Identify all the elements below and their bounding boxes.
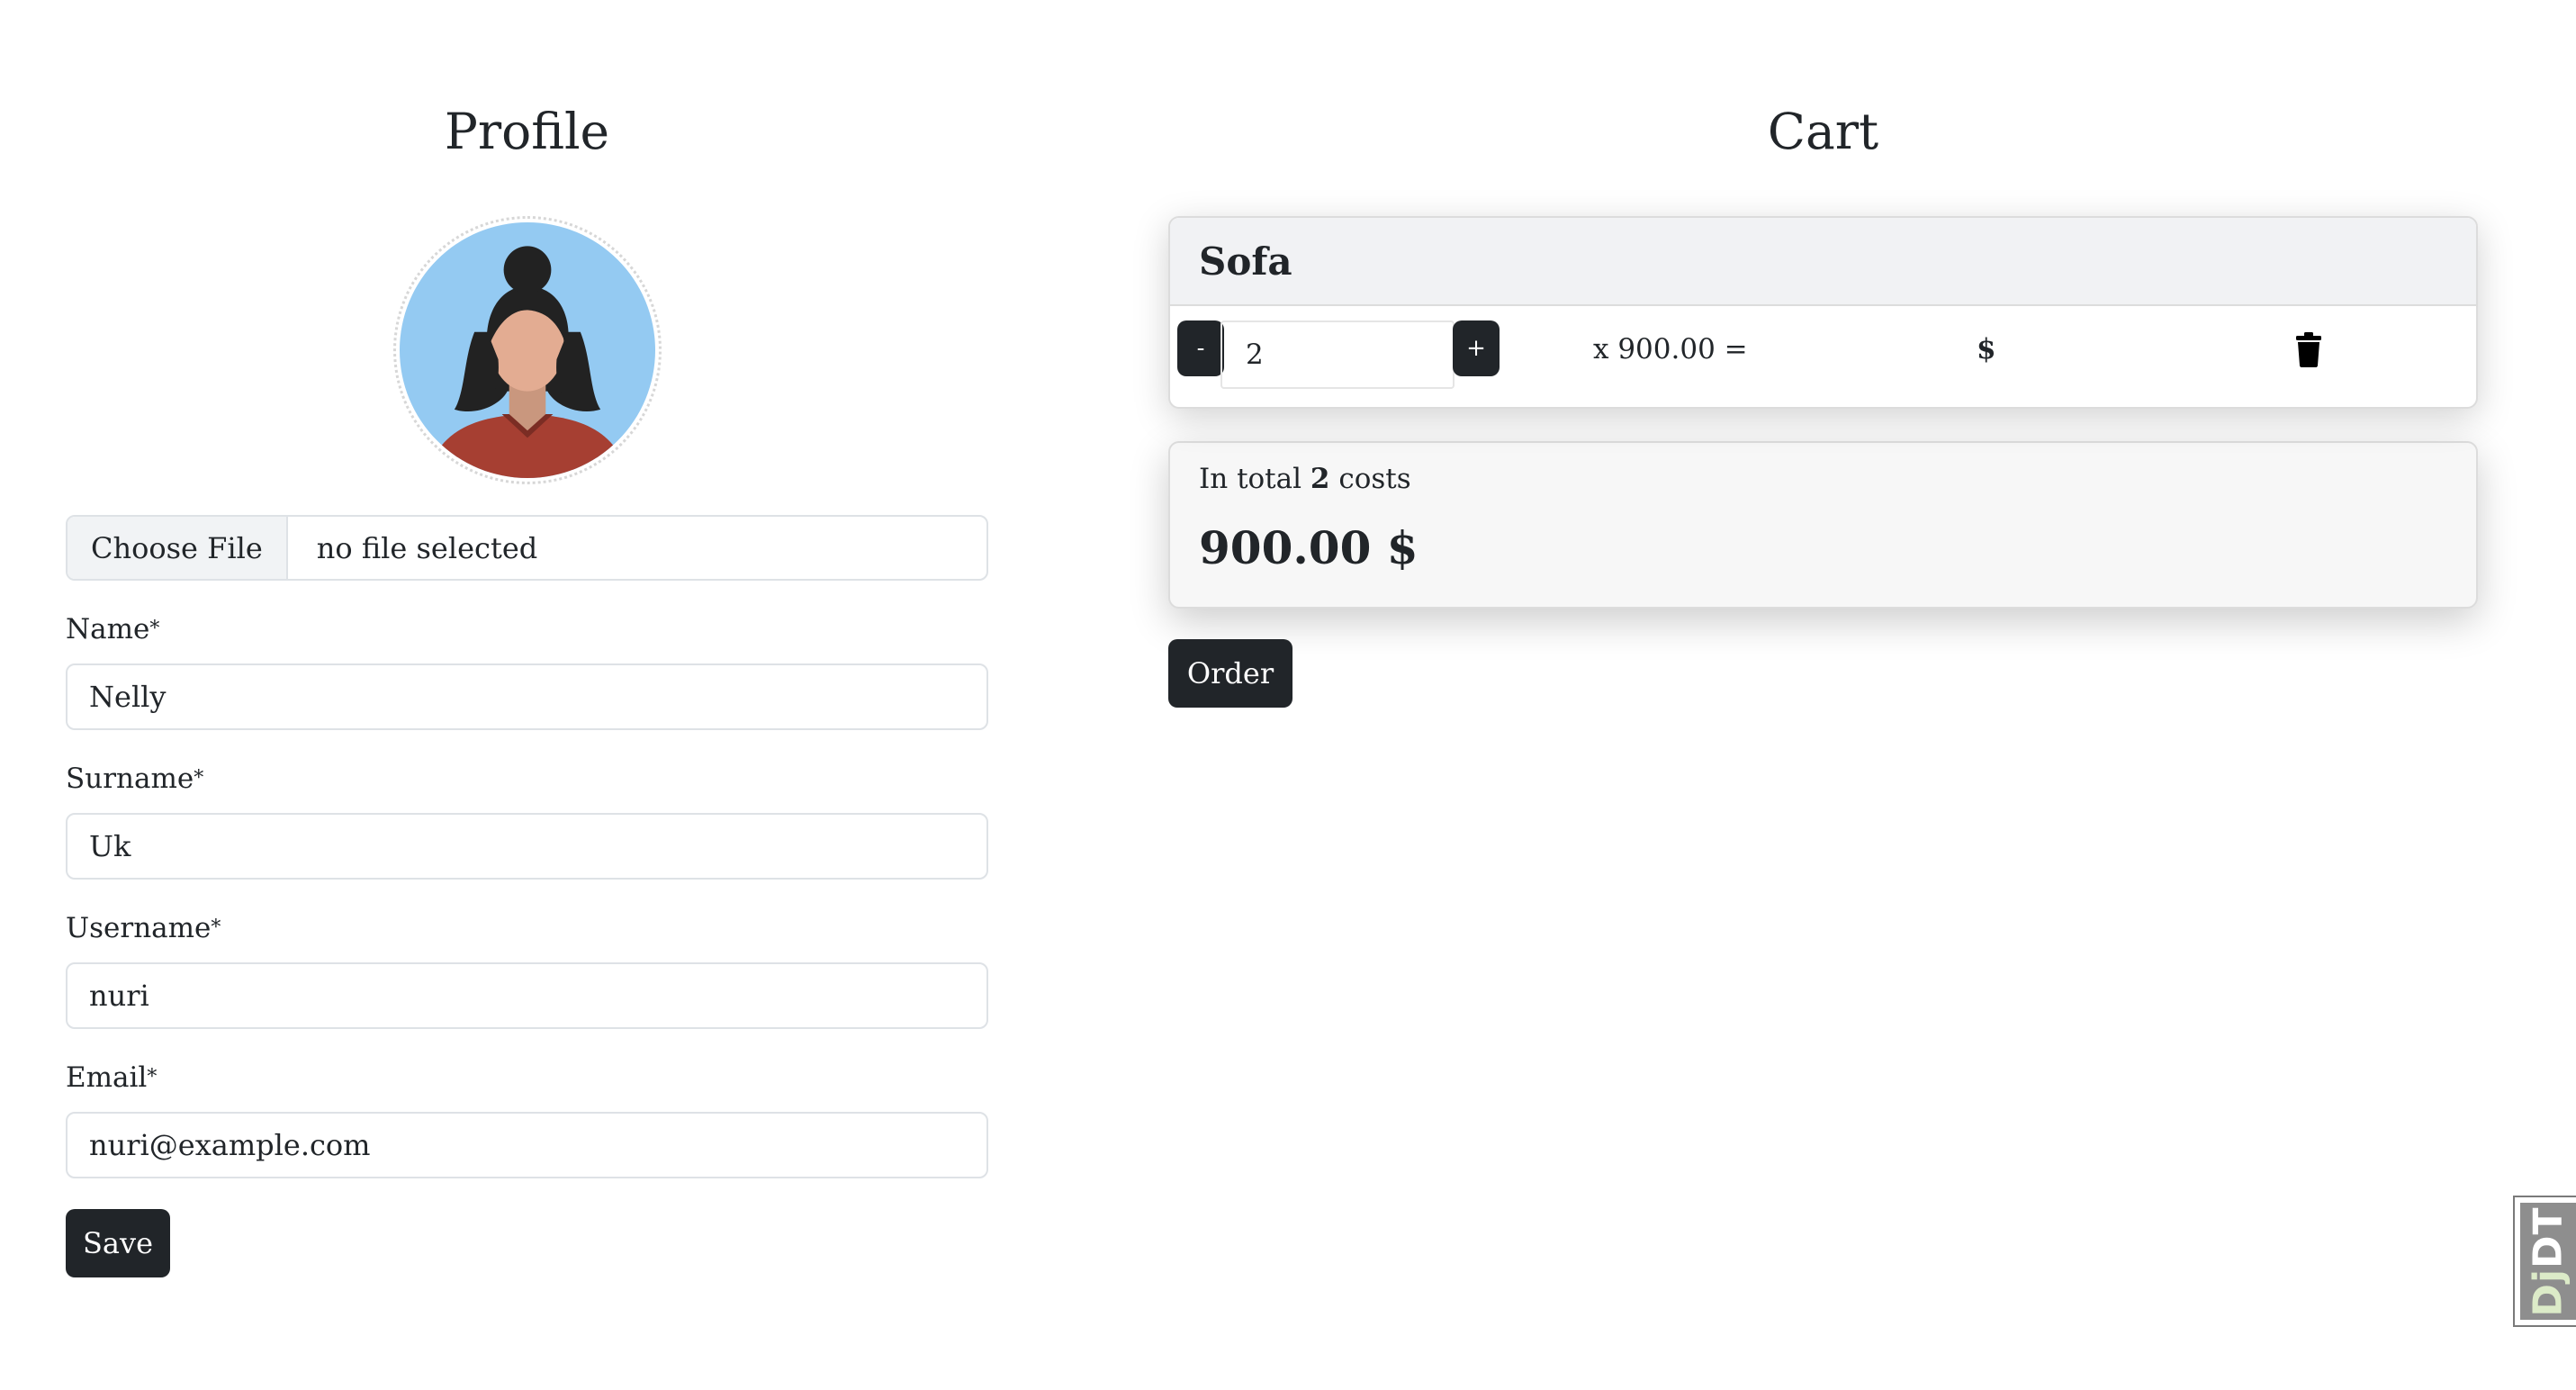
trash-icon[interactable] [2295,331,2322,367]
name-field[interactable]: Nelly [66,663,988,730]
order-button[interactable]: Order [1168,639,1293,708]
decrease-quantity-button[interactable]: - [1177,320,1224,376]
username-field[interactable]: nuri [66,962,988,1029]
cart-item-name: Sofa [1170,218,2476,306]
cart-item-row: - 2 + x 900.00 = $ [1170,306,2476,407]
debug-toolbar-handle[interactable]: DjDT [2513,1196,2576,1327]
line-total-currency: $ [1977,333,1996,366]
avatar-image [399,222,655,478]
increase-quantity-button[interactable]: + [1453,320,1500,376]
quantity-input[interactable]: 2 [1220,320,1455,389]
page: Profile Choose File no file selected Nam… [0,0,2576,1390]
cart-total-card: In total 2 costs 900.00 $ [1168,441,2478,609]
total-count-text: In total 2 costs [1199,463,1411,495]
email-label: Email* [66,1061,158,1094]
name-label: Name* [66,613,160,645]
profile-section: Profile Choose File no file selected Nam… [66,81,988,1277]
unit-price-text: x 900.00 = [1593,333,1748,366]
email-field[interactable]: nuri@example.com [66,1112,988,1178]
cart-title: Cart [1767,103,1879,160]
djdt-dj-text: Dj [2525,1268,2571,1317]
username-label: Username* [66,912,221,944]
avatar [392,216,662,484]
djdt-dt-text: DT [2525,1205,2571,1268]
profile-title: Profile [444,103,610,160]
surname-label: Surname* [66,763,204,795]
choose-file-button[interactable]: Choose File [68,517,288,579]
cart-item-card: Sofa - 2 + x 900.00 = $ [1168,216,2478,409]
total-amount: 900.00 $ [1199,521,1419,574]
total-count: 2 [1310,463,1330,495]
file-status-text: no file selected [316,530,538,565]
save-button[interactable]: Save [66,1209,170,1277]
avatar-file-input[interactable]: Choose File no file selected [66,515,988,581]
surname-field[interactable]: Uk [66,813,988,880]
cart-section: Cart Sofa - 2 + x 900.00 = $ In total 2 … [1168,81,2478,708]
